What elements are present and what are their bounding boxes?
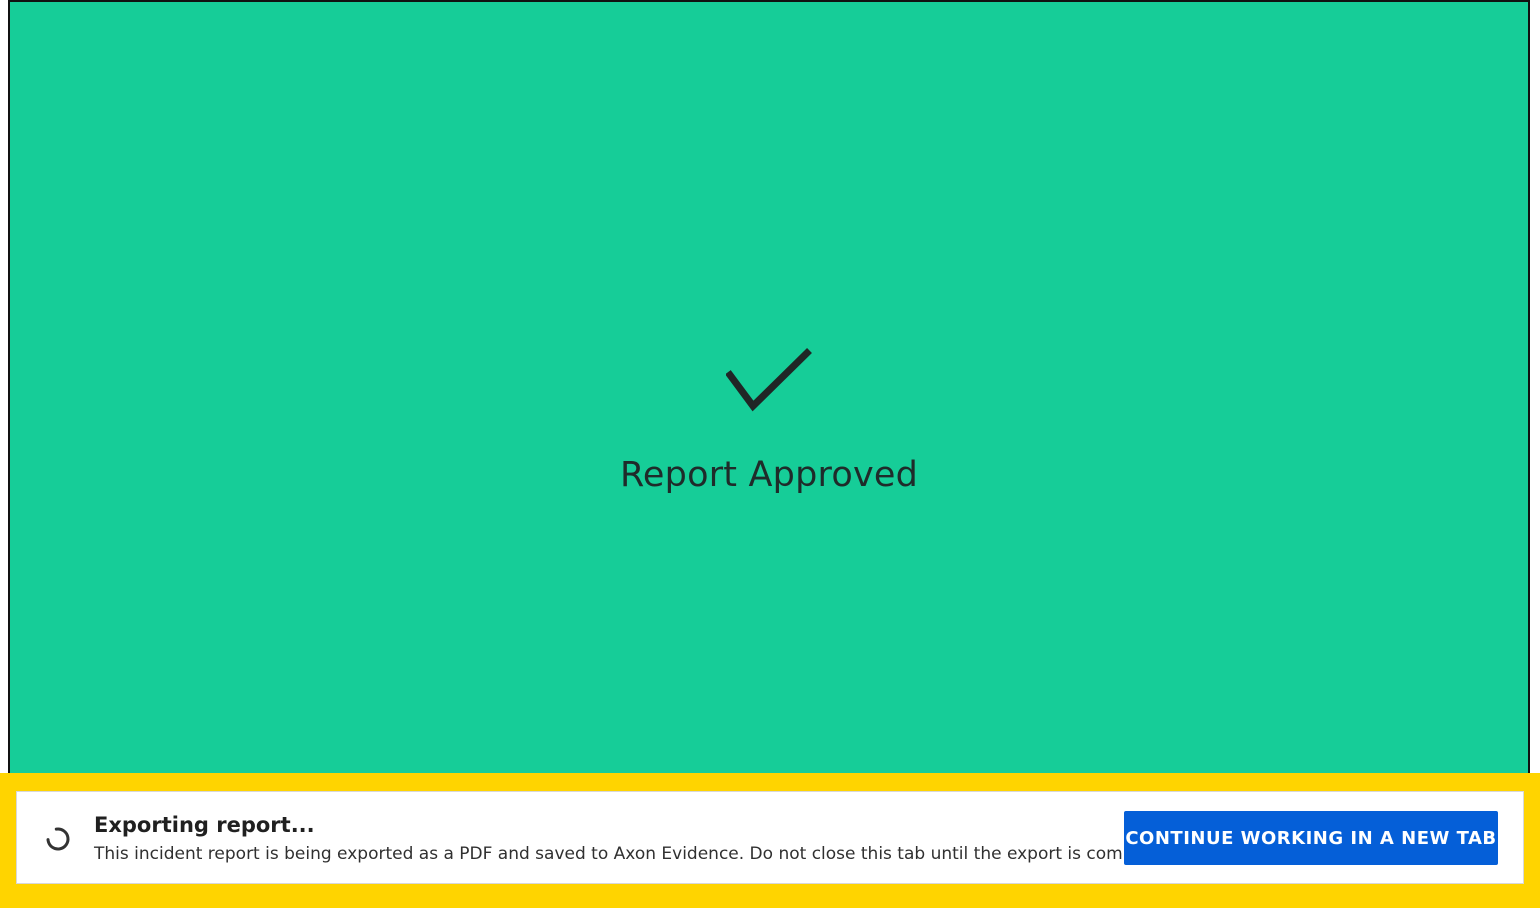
approval-screen: Report Approved: [8, 0, 1530, 775]
export-notification-banner: Exporting report... This incident report…: [16, 791, 1524, 884]
report-approved-title: Report Approved: [619, 455, 919, 495]
checkmark-icon: [726, 348, 812, 412]
export-status-text: Exporting report... This incident report…: [94, 813, 1171, 864]
continue-working-in-new-tab-button[interactable]: CONTINUE WORKING IN A NEW TAB: [1124, 811, 1498, 865]
approval-message: Report Approved: [10, 347, 1528, 495]
loading-spinner-icon: [46, 827, 70, 851]
export-message: This incident report is being exported a…: [94, 844, 1172, 864]
export-title: Exporting report...: [94, 813, 315, 837]
